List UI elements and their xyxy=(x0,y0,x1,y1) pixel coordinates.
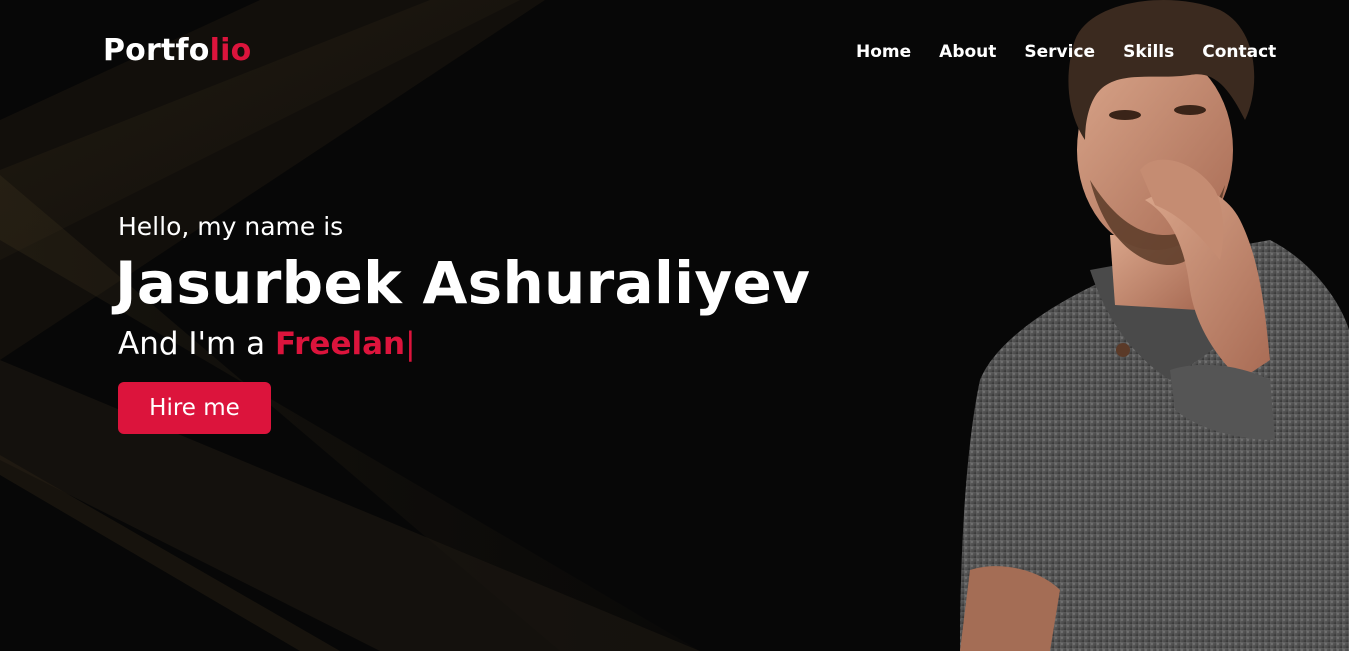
logo-accent-text: lio xyxy=(209,33,252,68)
nav-item-service[interactable]: Service xyxy=(1024,41,1095,63)
top-navbar: Portfolio Home About Service Skills Cont… xyxy=(0,0,1349,104)
brand-logo[interactable]: Portfolio xyxy=(103,33,251,69)
hero-greeting: Hello, my name is xyxy=(118,212,344,241)
tagline-prefix: And I'm a xyxy=(118,326,275,362)
nav-item-contact[interactable]: Contact xyxy=(1202,41,1276,63)
typing-cursor: | xyxy=(405,326,416,362)
main-navigation: Home About Service Skills Contact xyxy=(856,41,1276,63)
hire-me-button[interactable]: Hire me xyxy=(118,382,271,434)
hero-section: Hello, my name is Jasurbek Ashuraliyev A… xyxy=(115,210,811,434)
nav-item-skills[interactable]: Skills xyxy=(1123,41,1174,63)
typed-role-text: Freelan xyxy=(274,326,406,362)
portfolio-page: Portfolio Home About Service Skills Cont… xyxy=(0,0,1349,651)
hero-name-heading: Jasurbek Ashuraliyev xyxy=(115,249,811,317)
nav-item-home[interactable]: Home xyxy=(856,41,911,63)
logo-main-text: Portfo xyxy=(103,33,210,68)
nav-item-about[interactable]: About xyxy=(939,41,996,63)
hero-tagline: And I'm a Freelan| xyxy=(118,324,810,364)
